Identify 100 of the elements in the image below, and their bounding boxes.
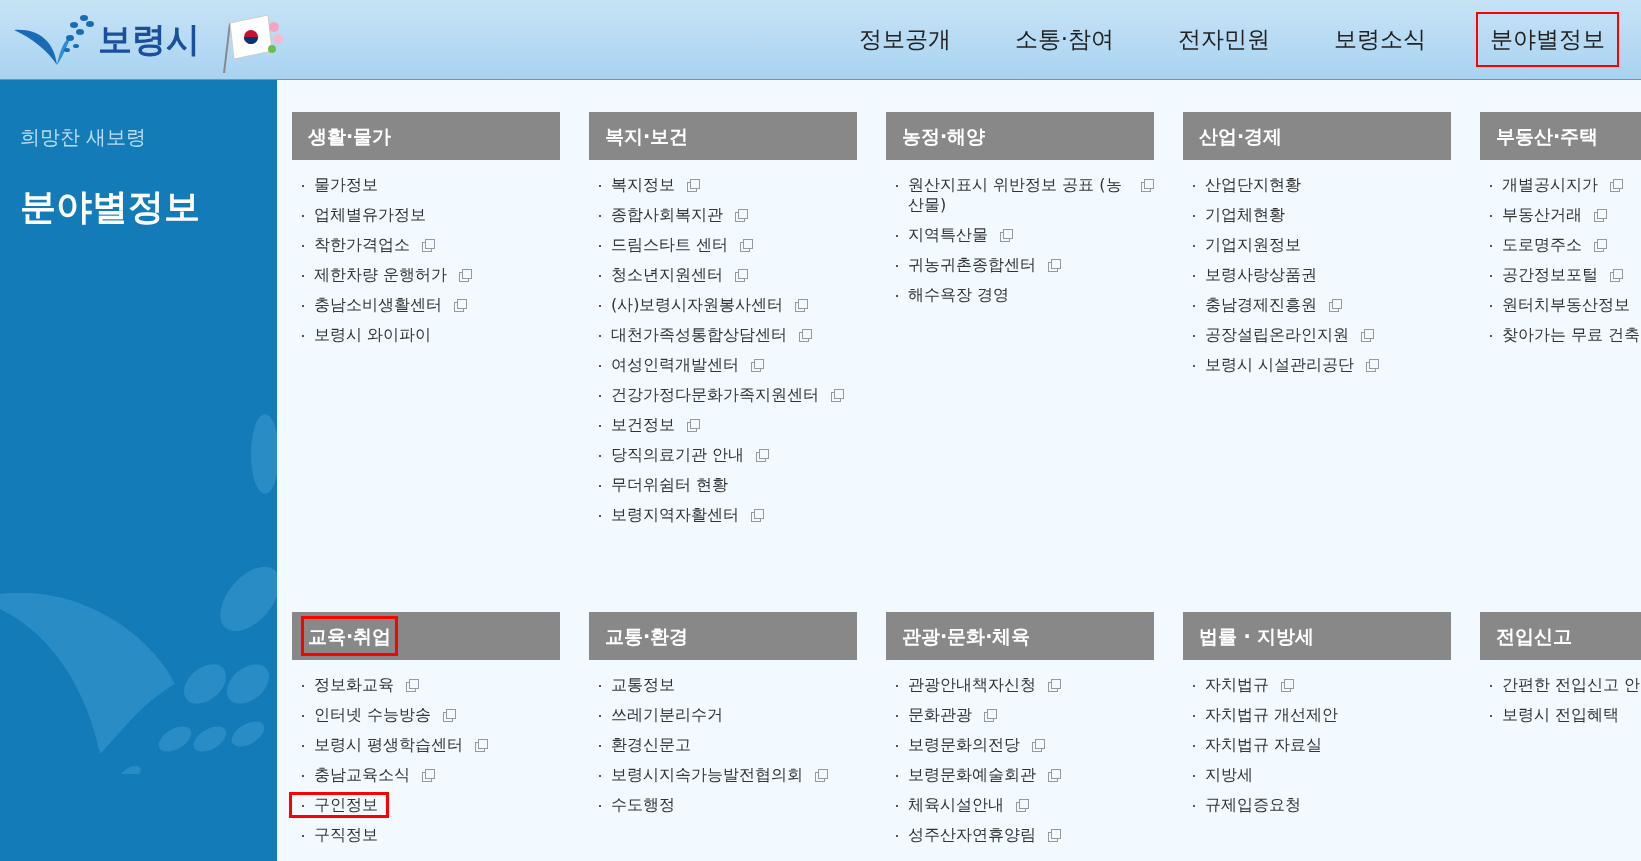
category-link[interactable]: 보령시지속가능발전협의회 — [599, 765, 803, 785]
category-link[interactable]: 부동산거래 — [1490, 205, 1582, 225]
category-link[interactable]: 제한차량 운행허가 — [302, 265, 448, 285]
new-window-icon — [756, 448, 770, 462]
category-link[interactable]: 간편한 전입신고 안 — [1490, 675, 1641, 695]
category-title[interactable]: 부동산·주택 — [1492, 118, 1603, 154]
category-link[interactable]: 찾아가는 무료 건축 — [1490, 325, 1641, 345]
category-link[interactable]: 보령시 평생학습센터 — [302, 735, 464, 755]
category-link[interactable]: 귀농귀촌종합센터 — [896, 255, 1036, 275]
category-link[interactable]: 물가정보 — [302, 175, 378, 195]
category-link[interactable]: 공간정보포털 — [1490, 265, 1598, 285]
category-link[interactable]: 기업체현황 — [1193, 205, 1285, 225]
category-link[interactable]: 복지정보 — [599, 175, 675, 195]
category-link[interactable]: 환경신문고 — [599, 735, 691, 755]
category-link[interactable]: 보령문화의전당 — [896, 735, 1020, 755]
category-link[interactable]: 충남소비생활센터 — [302, 295, 442, 315]
new-window-icon — [1048, 258, 1061, 272]
nav-menu-item[interactable]: 보령소식 — [1322, 14, 1438, 65]
category-link[interactable]: 종합사회복지관 — [599, 205, 723, 225]
category-link[interactable]: 인터넷 수능방송 — [302, 705, 432, 725]
new-window-icon — [1048, 828, 1061, 842]
category-title[interactable]: 교육·취업 — [304, 618, 396, 654]
new-window-icon — [687, 418, 700, 432]
category-link[interactable]: 여성인력개발센터 — [599, 355, 739, 375]
category-title[interactable]: 교통·환경 — [601, 618, 693, 654]
category-link[interactable]: 드림스타트 센터 — [599, 235, 729, 255]
category-link[interactable]: 무더위쉼터 현황 — [599, 475, 729, 495]
new-window-icon — [1048, 678, 1061, 692]
new-window-icon — [1610, 178, 1623, 192]
category-title[interactable]: 전입신고 — [1492, 618, 1576, 654]
new-window-icon — [1141, 178, 1154, 192]
new-window-icon — [1610, 268, 1623, 282]
category-link[interactable]: 성주산자연휴양림 — [896, 825, 1036, 845]
new-window-icon — [1329, 298, 1342, 312]
category-link[interactable]: 보령시 시설관리공단 — [1193, 355, 1355, 375]
new-window-icon — [406, 678, 419, 692]
category-link[interactable]: 원산지표시 위반정보 공표 (농산물) — [896, 175, 1129, 215]
category-link[interactable]: 당직의료기관 안내 — [599, 445, 745, 465]
category-link[interactable]: 쓰레기분리수거 — [599, 705, 723, 725]
new-window-icon — [687, 178, 700, 192]
new-window-icon — [1594, 208, 1607, 222]
category-title[interactable]: 산업·경제 — [1195, 118, 1287, 154]
new-window-icon — [795, 298, 809, 312]
category-link[interactable]: 자치법규 자료실 — [1193, 735, 1323, 755]
category-link[interactable]: 교통정보 — [599, 675, 675, 695]
category-link[interactable]: 충남교육소식 — [302, 765, 410, 785]
category-title[interactable]: 법률 · 지방세 — [1195, 618, 1319, 654]
category-link[interactable]: 산업단지현황 — [1193, 175, 1301, 195]
category-link[interactable]: 원터치부동산정보 — [1490, 295, 1630, 315]
new-window-icon — [799, 328, 812, 342]
new-window-icon — [1281, 678, 1294, 692]
category-link[interactable]: 개별공시지가 — [1490, 175, 1598, 195]
category-link[interactable]: 건강가정다문화가족지원센터 — [599, 385, 819, 405]
new-window-icon — [735, 268, 748, 282]
category-link[interactable]: 문화관광 — [896, 705, 972, 725]
category-link[interactable]: 도로명주소 — [1490, 235, 1582, 255]
category-title[interactable]: 생활·물가 — [304, 118, 396, 154]
category-title[interactable]: 농정·해양 — [898, 118, 990, 154]
category-link[interactable]: 보건정보 — [599, 415, 675, 435]
new-window-icon — [1032, 738, 1045, 752]
category-link[interactable]: 보령시 와이파이 — [302, 325, 432, 345]
category-link[interactable]: 체육시설안내 — [896, 795, 1004, 815]
category-link[interactable]: 지방세 — [1193, 765, 1253, 785]
new-window-icon — [422, 238, 435, 252]
category-link[interactable]: (사)보령시자원봉사센터 — [599, 295, 784, 315]
category-link[interactable]: 착한가격업소 — [302, 235, 410, 255]
new-window-icon — [751, 508, 764, 522]
category-title[interactable]: 관광·문화·체육 — [898, 618, 1035, 654]
category-link[interactable]: 공장설립온라인지원 — [1193, 325, 1349, 345]
category-link[interactable]: 보령문화예술회관 — [896, 765, 1036, 785]
category-link[interactable]: 자치법규 — [1193, 675, 1269, 695]
category-link[interactable]: 구직정보 — [302, 825, 378, 845]
new-window-icon — [443, 708, 457, 722]
nav-menu-item[interactable]: 소통·참여 — [1002, 14, 1126, 65]
category-link[interactable]: 해수욕장 경영 — [896, 285, 1010, 305]
category-link[interactable]: 보령사랑상품권 — [1193, 265, 1317, 285]
category-link[interactable]: 수도행정 — [599, 795, 675, 815]
category-link[interactable]: 충남경제진흥원 — [1193, 295, 1317, 315]
new-window-icon — [1366, 358, 1380, 372]
category-link[interactable]: 보령시 전입혜택 — [1490, 705, 1620, 725]
category-link[interactable]: 구인정보 — [292, 795, 386, 815]
category-link[interactable]: 규제입증요청 — [1193, 795, 1301, 815]
category-link[interactable]: 정보화교육 — [302, 675, 394, 695]
sidebar-slogan: 희망찬 새보령 — [20, 124, 148, 151]
nav-menu-item[interactable]: 전자민원 — [1166, 14, 1282, 65]
category-link[interactable]: 청소년지원센터 — [599, 265, 723, 285]
category-link[interactable]: 지역특산물 — [896, 225, 988, 245]
category-link[interactable]: 보령지역자활센터 — [599, 505, 739, 525]
nav-menu-item[interactable]: 정보공개 — [846, 14, 963, 65]
category-title[interactable]: 복지·보건 — [601, 118, 693, 154]
category-link[interactable]: 대천가족성통합상담센터 — [599, 325, 787, 345]
new-window-icon — [815, 768, 828, 782]
nav-menu-item[interactable]: 분야별정보 — [1478, 14, 1617, 65]
new-window-icon — [1000, 228, 1013, 242]
logo-text[interactable]: 보령시 — [98, 14, 200, 65]
new-window-icon — [454, 298, 467, 312]
category-link[interactable]: 관광안내책자신청 — [896, 675, 1036, 695]
category-link[interactable]: 자치법규 개선제안 — [1193, 705, 1339, 725]
category-link[interactable]: 업체별유가정보 — [302, 205, 426, 225]
category-link[interactable]: 기업지원정보 — [1193, 235, 1301, 255]
